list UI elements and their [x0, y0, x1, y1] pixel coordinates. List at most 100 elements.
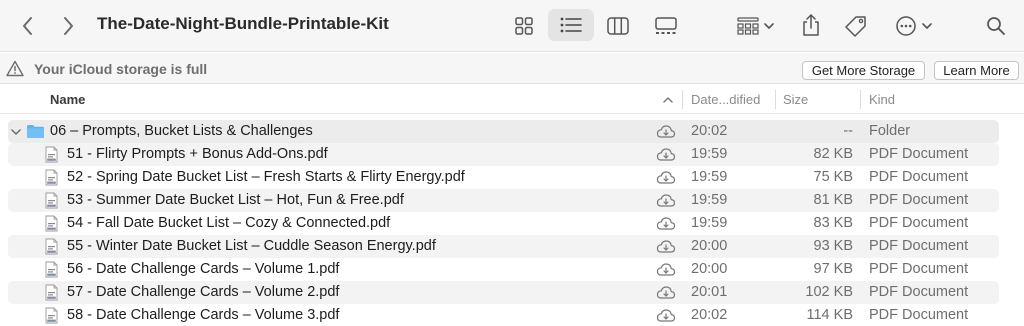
column-header: Name Date...dified Size Kind: [0, 85, 1024, 114]
icloud-download-icon[interactable]: [656, 262, 676, 277]
folder-name: 06 – Prompts, Bucket Lists & Challenges: [50, 123, 313, 139]
file-row[interactable]: 58 - Date Challenge Cards – Volume 3.pdf…: [0, 304, 1024, 326]
file-kind: PDF Document: [869, 284, 969, 300]
name-column-header[interactable]: Name: [50, 92, 85, 107]
search-icon: [987, 17, 1005, 35]
tag-icon: [845, 16, 866, 37]
file-size: 83 KB: [813, 215, 854, 231]
banner-message: Your iCloud storage is full: [34, 61, 208, 77]
date-modified: 19:59: [691, 146, 728, 162]
file-row[interactable]: 53 - Summer Date Bucket List – Hot, Fun …: [0, 189, 1024, 212]
gallery-view-button[interactable]: [650, 12, 682, 40]
file-size: 93 KB: [813, 238, 854, 254]
toolbar: The-Date-Night-Bundle-Printable-Kit: [0, 0, 1024, 52]
icloud-download-icon[interactable]: [656, 216, 676, 231]
file-size: 82 KB: [813, 146, 854, 162]
forward-button[interactable]: [54, 12, 82, 40]
folder-contents: 51 - Flirty Prompts + Bonus Add-Ons.pdf …: [0, 143, 1024, 326]
chevron-down-icon: [922, 23, 932, 29]
group-by-icon: [737, 17, 759, 35]
pdf-file-icon: [45, 307, 58, 324]
file-list: 06 – Prompts, Bucket Lists & Challenges …: [0, 120, 1024, 326]
search-button[interactable]: [982, 12, 1010, 40]
column-divider[interactable]: [682, 90, 683, 109]
chevron-down-icon: [764, 23, 774, 29]
file-row[interactable]: 52 - Spring Date Bucket List – Fresh Sta…: [0, 166, 1024, 189]
date-modified: 20:02: [691, 123, 728, 139]
ellipsis-circle-icon: [896, 16, 916, 36]
date-modified: 20:00: [691, 261, 728, 277]
file-size: 114 KB: [806, 307, 854, 323]
file-row[interactable]: 57 - Date Challenge Cards – Volume 2.pdf…: [0, 281, 1024, 304]
columns-icon: [607, 17, 629, 35]
file-kind: PDF Document: [869, 215, 969, 231]
back-button[interactable]: [14, 12, 42, 40]
file-row[interactable]: 54 - Fall Date Bucket List – Cozy & Conn…: [0, 212, 1024, 235]
column-view-button[interactable]: [604, 12, 632, 40]
file-name: 55 - Winter Date Bucket List – Cuddle Se…: [67, 238, 436, 254]
file-kind: Folder: [869, 123, 911, 139]
learn-more-button[interactable]: Learn More: [934, 61, 1019, 80]
pdf-file-icon: [45, 284, 58, 301]
date-modified: 19:59: [691, 169, 728, 185]
grid-icon: [515, 17, 533, 35]
get-more-storage-button[interactable]: Get More Storage: [802, 61, 925, 80]
file-kind: PDF Document: [869, 192, 969, 208]
share-icon: [803, 14, 819, 36]
file-row[interactable]: 56 - Date Challenge Cards – Volume 1.pdf…: [0, 258, 1024, 281]
date-modified: 20:02: [691, 307, 728, 323]
file-kind: PDF Document: [869, 307, 969, 323]
icloud-download-icon[interactable]: [656, 124, 676, 139]
file-size: 102 KB: [805, 284, 853, 300]
warning-icon: [6, 60, 24, 77]
file-name: 58 - Date Challenge Cards – Volume 3.pdf: [67, 307, 340, 323]
pdf-file-icon: [45, 261, 58, 278]
file-name: 54 - Fall Date Bucket List – Cozy & Conn…: [67, 215, 391, 231]
gallery-icon: [655, 17, 677, 34]
pdf-file-icon: [45, 192, 58, 209]
icloud-download-icon[interactable]: [656, 285, 676, 300]
pdf-file-icon: [45, 169, 58, 186]
icloud-download-icon[interactable]: [656, 147, 676, 162]
kind-column-header[interactable]: Kind: [869, 92, 895, 107]
column-divider[interactable]: [860, 90, 861, 109]
share-button[interactable]: [797, 10, 825, 40]
icon-view-button[interactable]: [510, 12, 538, 40]
group-by-button[interactable]: [733, 12, 779, 40]
size-column-header[interactable]: Size: [783, 92, 808, 107]
date-modified: 20:00: [691, 238, 728, 254]
file-name: 51 - Flirty Prompts + Bonus Add-Ons.pdf: [67, 146, 328, 162]
list-icon: [560, 17, 582, 33]
sort-ascending-icon[interactable]: [662, 95, 674, 105]
file-name: 56 - Date Challenge Cards – Volume 1.pdf: [67, 261, 340, 277]
chevron-right-icon: [64, 17, 73, 35]
date-modified-column-header[interactable]: Date...dified: [691, 92, 760, 107]
date-modified: 19:59: [691, 192, 728, 208]
file-row[interactable]: 55 - Winter Date Bucket List – Cuddle Se…: [0, 235, 1024, 258]
folder-row[interactable]: 06 – Prompts, Bucket Lists & Challenges …: [0, 120, 1024, 143]
file-row[interactable]: 51 - Flirty Prompts + Bonus Add-Ons.pdf …: [0, 143, 1024, 166]
file-name: 52 - Spring Date Bucket List – Fresh Sta…: [67, 169, 465, 185]
icloud-download-icon[interactable]: [656, 239, 676, 254]
file-size: 97 KB: [813, 261, 854, 277]
icloud-download-icon[interactable]: [656, 193, 676, 208]
icloud-download-icon[interactable]: [656, 170, 676, 185]
pdf-file-icon: [45, 238, 58, 255]
column-divider[interactable]: [775, 90, 776, 109]
list-view-button[interactable]: [548, 9, 594, 41]
disclosure-chevron-down-icon[interactable]: [10, 127, 22, 137]
file-kind: PDF Document: [869, 169, 969, 185]
file-name: 53 - Summer Date Bucket List – Hot, Fun …: [67, 192, 404, 208]
icloud-download-icon[interactable]: [656, 308, 676, 323]
date-modified: 19:59: [691, 215, 728, 231]
pdf-file-icon: [45, 146, 58, 163]
file-size: 81 KB: [813, 192, 854, 208]
file-kind: PDF Document: [869, 238, 969, 254]
date-modified: 20:01: [691, 284, 728, 300]
more-actions-button[interactable]: [890, 12, 938, 40]
file-kind: PDF Document: [869, 146, 969, 162]
file-kind: PDF Document: [869, 261, 969, 277]
file-size: --: [843, 123, 853, 139]
file-size: 75 KB: [813, 169, 854, 185]
tag-button[interactable]: [841, 12, 871, 40]
